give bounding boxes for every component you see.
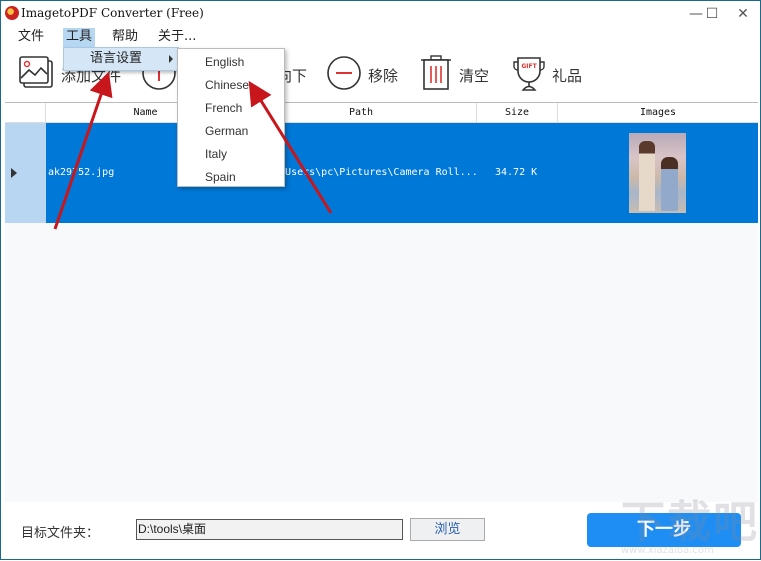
image-add-icon xyxy=(19,56,55,94)
target-folder-label: 目标文件夹： xyxy=(21,526,100,541)
app-window: ImagetoPDF Converter (Free) — ☐ ✕ 文件 工具 … xyxy=(0,0,761,560)
language-submenu: English Chinese French German Italy Spai… xyxy=(177,48,285,187)
tools-menu-dropdown: 语言设置 xyxy=(63,47,179,71)
title-bar: ImagetoPDF Converter (Free) — ☐ ✕ xyxy=(1,1,760,27)
menu-tools[interactable]: 工具 xyxy=(63,28,96,47)
file-grid: Name Path Size Images ak29752.jpg C:\Use… xyxy=(5,102,758,502)
menu-help[interactable]: 帮助 xyxy=(109,28,141,47)
close-button[interactable]: ✕ xyxy=(728,3,758,25)
gift-label: 礼品 xyxy=(552,66,583,85)
cell-size: 34.72 K xyxy=(495,167,538,178)
row-selector[interactable] xyxy=(5,123,46,223)
watermark: 下载吧 www.xiazaiba.com xyxy=(621,497,759,557)
maximize-button[interactable]: ☐ xyxy=(697,3,727,25)
remove-button[interactable]: 移除 xyxy=(326,55,398,95)
language-option-spain[interactable]: Spain xyxy=(178,166,284,189)
grid-header: Name Path Size Images xyxy=(5,103,758,123)
row-header-column xyxy=(5,103,46,123)
gift-trophy-icon: GIFT xyxy=(512,55,546,95)
remove-label: 移除 xyxy=(368,66,399,85)
language-option-german[interactable]: German xyxy=(178,120,284,143)
trash-icon xyxy=(419,55,453,95)
clear-label: 清空 xyxy=(459,66,490,85)
language-option-italy[interactable]: Italy xyxy=(178,143,284,166)
current-row-icon xyxy=(11,168,17,178)
gift-button[interactable]: GIFT 礼品 xyxy=(512,55,582,95)
language-option-chinese[interactable]: Chinese xyxy=(178,74,284,97)
cell-path: C:\Users\pc\Pictures\Camera Roll... xyxy=(267,167,477,178)
menu-about[interactable]: 关于... xyxy=(155,28,199,47)
target-folder-input[interactable]: D:\tools\桌面 xyxy=(136,519,403,540)
menu-bar: 文件 工具 帮助 关于... xyxy=(1,27,760,47)
image-thumbnail xyxy=(629,133,686,213)
minus-circle-icon xyxy=(326,55,362,95)
column-header-images[interactable]: Images xyxy=(558,103,758,123)
app-logo-icon xyxy=(5,6,19,20)
menu-file[interactable]: 文件 xyxy=(15,28,47,47)
column-header-size[interactable]: Size xyxy=(477,103,558,123)
menu-item-language-settings[interactable]: 语言设置 xyxy=(64,48,178,70)
table-row[interactable]: ak29752.jpg C:\Users\pc\Pictures\Camera … xyxy=(5,123,758,223)
clear-button[interactable]: 清空 xyxy=(419,55,489,95)
submenu-arrow-icon xyxy=(169,55,173,63)
svg-text:GIFT: GIFT xyxy=(521,63,537,70)
browse-button[interactable]: 浏览 xyxy=(410,518,485,541)
language-option-french[interactable]: French xyxy=(178,97,284,120)
language-option-english[interactable]: English xyxy=(178,51,284,74)
window-title: ImagetoPDF Converter (Free) xyxy=(21,6,204,20)
